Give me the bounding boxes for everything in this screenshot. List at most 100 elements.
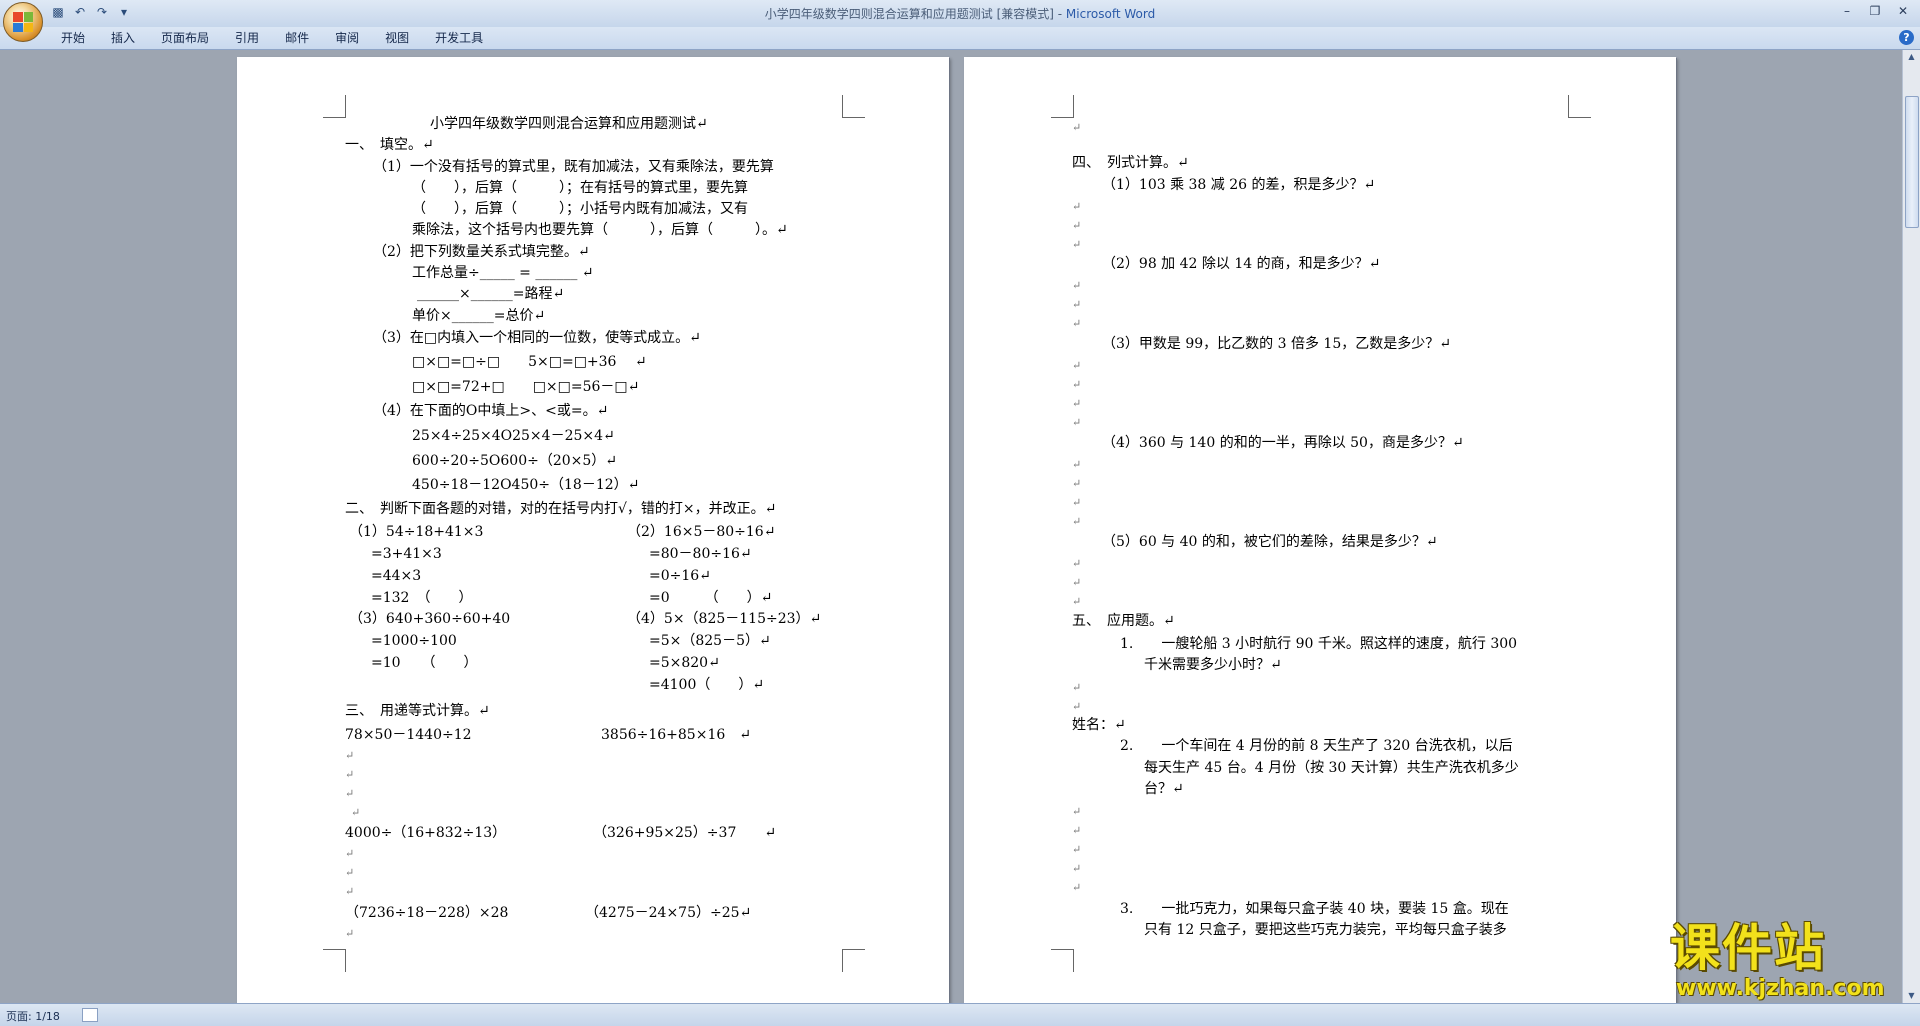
tab-home[interactable]: 开始 xyxy=(48,27,98,49)
office-button[interactable] xyxy=(3,2,43,42)
paragraph-mark: ↵ xyxy=(1072,458,1082,471)
paragraph-mark: ↵ xyxy=(1072,515,1082,528)
minimize-icon[interactable]: – xyxy=(1834,2,1860,20)
question-text: 台？↵ xyxy=(1144,781,1184,797)
paragraph-mark: ↵ xyxy=(1072,700,1082,713)
question-text: 2. 一个车间在 4 月份的前 8 天生产了 320 台洗衣机，以后 xyxy=(1120,738,1513,754)
judge-item: =132 （ ） xyxy=(371,590,473,606)
tab-mailings[interactable]: 邮件 xyxy=(272,27,322,49)
scrollbar-thumb[interactable] xyxy=(1905,96,1919,228)
restore-icon[interactable]: ❐ xyxy=(1862,2,1888,20)
watermark-title: 课件站 xyxy=(1670,919,1826,977)
paragraph-mark: ↵ xyxy=(1072,416,1082,429)
paragraph-mark: ↵ xyxy=(1072,595,1082,608)
question-text: （4）360 与 140 的和的一半，再除以 50，商是多少？↵ xyxy=(1102,435,1464,451)
office-logo-icon xyxy=(13,12,33,32)
calc-item: 4000÷（16+832÷13） xyxy=(345,825,507,841)
calc-item: （7236÷18－228）×28 xyxy=(345,905,509,921)
paragraph-mark: ↵ xyxy=(1072,298,1082,311)
paragraph-mark: ↵ xyxy=(1072,496,1082,509)
paragraph-mark: ↵ xyxy=(1072,862,1082,875)
tab-view[interactable]: 视图 xyxy=(372,27,422,49)
judge-item: （1）54÷18+41×3 xyxy=(349,524,484,540)
site-watermark: 课件站 www.kjzhan.com xyxy=(1670,920,1906,1004)
document-title-text: 小学四年级数学四则混合运算和应用题测试↵ xyxy=(430,116,708,132)
paragraph-mark: ↵ xyxy=(345,787,355,800)
paragraph-mark: ↵ xyxy=(1072,317,1082,330)
paragraph-mark: ↵ xyxy=(345,847,355,860)
paragraph-mark: ↵ xyxy=(1072,576,1082,589)
paragraph-mark: ↵ xyxy=(1072,359,1082,372)
paragraph-mark: ↵ xyxy=(1072,378,1082,391)
judge-item: =44×3 xyxy=(371,568,422,584)
judge-item: （4）5×（825－115÷23）↵ xyxy=(627,611,822,627)
paragraph-mark: ↵ xyxy=(1072,121,1082,134)
document-title: 小学四年级数学四则混合运算和应用题测试 [兼容模式] - xyxy=(764,7,1066,21)
proofing-icon[interactable] xyxy=(82,1008,98,1022)
paragraph-mark: ↵ xyxy=(1072,200,1082,213)
judge-item: =0 （ ）↵ xyxy=(649,590,773,606)
paragraph-mark: ↵ xyxy=(1072,238,1082,251)
window-controls: – ❐ ✕ xyxy=(1834,2,1916,20)
question-text: 3. 一批巧克力，如果每只盒子装 40 块，要装 15 盒。现在 xyxy=(1120,901,1509,917)
page-count-status[interactable]: 页面: 1/18 xyxy=(6,1008,60,1024)
status-bar: 页面: 1/18 xyxy=(0,1003,1920,1026)
judge-item: =3+41×3 xyxy=(371,546,442,562)
question-text: 千米需要多少小时？↵ xyxy=(1144,657,1282,673)
crop-mark xyxy=(323,949,346,972)
document-page-1[interactable]: 小学四年级数学四则混合运算和应用题测试↵ 一、 填空。↵ （1）一个没有括号的算… xyxy=(237,57,949,1003)
document-page-2[interactable]: ↵ 四、 列式计算。↵ （1）103 乘 38 减 26 的差，积是多少？↵ ↵… xyxy=(964,57,1676,1003)
tab-insert[interactable]: 插入 xyxy=(98,27,148,49)
paragraph-mark: ↵ xyxy=(1072,805,1082,818)
ribbon-tab-bar: 开始 插入 页面布局 引用 邮件 审阅 视图 开发工具 ? xyxy=(0,27,1920,50)
title-bar: ▩ ↶ ↷ ▾ 小学四年级数学四则混合运算和应用题测试 [兼容模式] - Mic… xyxy=(0,0,1920,27)
window-title: 小学四年级数学四则混合运算和应用题测试 [兼容模式] - Microsoft W… xyxy=(0,5,1920,22)
scroll-up-icon[interactable]: ▲ xyxy=(1903,50,1920,64)
paragraph-mark: ↵ xyxy=(345,885,355,898)
question-text: （4）在下面的O中填上>、<或=。↵ xyxy=(373,403,609,419)
tab-developer[interactable]: 开发工具 xyxy=(422,27,496,49)
tab-review[interactable]: 审阅 xyxy=(322,27,372,49)
paragraph-mark: ↵ xyxy=(1072,397,1082,410)
paragraph-mark: ↵ xyxy=(1072,681,1082,694)
judge-item: =10 （ ） xyxy=(371,655,478,671)
paragraph-mark: ↵ xyxy=(1072,219,1082,232)
question-text: （1）103 乘 38 减 26 的差，积是多少？↵ xyxy=(1102,177,1376,193)
section-heading: 五、 应用题。↵ xyxy=(1072,613,1175,629)
tab-references[interactable]: 引用 xyxy=(222,27,272,49)
question-text: （ ），后算（ ）；在有括号的算式里，要先算 xyxy=(412,180,748,196)
crop-mark xyxy=(1051,95,1074,118)
question-text: 每天生产 45 台。4 月份（按 30 天计算）共生产洗衣机多少 xyxy=(1144,760,1519,776)
vertical-scrollbar[interactable]: ▲ ▼ xyxy=(1902,50,1920,1003)
calc-item: （326+95×25）÷37 ↵ xyxy=(593,825,777,841)
question-text: 450÷18－12O450÷（18－12）↵ xyxy=(412,477,640,493)
crop-mark xyxy=(1051,949,1074,972)
paragraph-mark: ↵ xyxy=(1072,881,1082,894)
paragraph-mark: ↵ xyxy=(1072,477,1082,490)
question-text: （1）一个没有括号的算式里，既有加减法，又有乘除法，要先算 xyxy=(373,159,774,175)
question-text: （3）甲数是 99，比乙数的 3 倍多 15，乙数是多少？↵ xyxy=(1102,336,1451,352)
section-heading: 二、 判断下面各题的对错，对的在括号内打√，错的打×，并改正。↵ xyxy=(345,501,777,517)
question-text: （3）在□内填入一个相同的一位数，使等式成立。↵ xyxy=(373,330,701,346)
document-workspace[interactable]: 小学四年级数学四则混合运算和应用题测试↵ 一、 填空。↵ （1）一个没有括号的算… xyxy=(0,50,1903,1003)
paragraph-mark: ↵ xyxy=(1072,843,1082,856)
paragraph-mark: ↵ xyxy=(345,866,355,879)
paragraph-mark: ↵ xyxy=(345,749,355,762)
paragraph-mark: ↵ xyxy=(345,768,355,781)
question-text: 乘除法，这个括号内也要先算（ ），后算（ ）。↵ xyxy=(412,222,788,238)
question-text: 只有 12 只盒子，要把这些巧克力装完，平均每只盒子装多 xyxy=(1144,922,1507,938)
section-heading: 三、 用递等式计算。↵ xyxy=(345,703,490,719)
question-text: 工作总量÷_____ = ______ ↵ xyxy=(412,265,594,281)
paragraph-mark: ↵ xyxy=(345,927,355,940)
question-text: （2）98 加 42 除以 14 的商，和是多少？↵ xyxy=(1102,256,1381,272)
judge-item: =4100（ ）↵ xyxy=(649,677,765,693)
tab-page-layout[interactable]: 页面布局 xyxy=(148,27,222,49)
question-text: □×□=72+□ □×□=56－□↵ xyxy=(412,379,640,395)
crop-mark xyxy=(1568,95,1591,118)
crop-mark xyxy=(842,949,865,972)
paragraph-mark: ↵ xyxy=(1072,279,1082,292)
close-icon[interactable]: ✕ xyxy=(1890,2,1916,20)
app-name: Microsoft Word xyxy=(1065,7,1156,21)
help-icon[interactable]: ? xyxy=(1899,30,1914,45)
paragraph-mark: ↵ xyxy=(1072,557,1082,570)
